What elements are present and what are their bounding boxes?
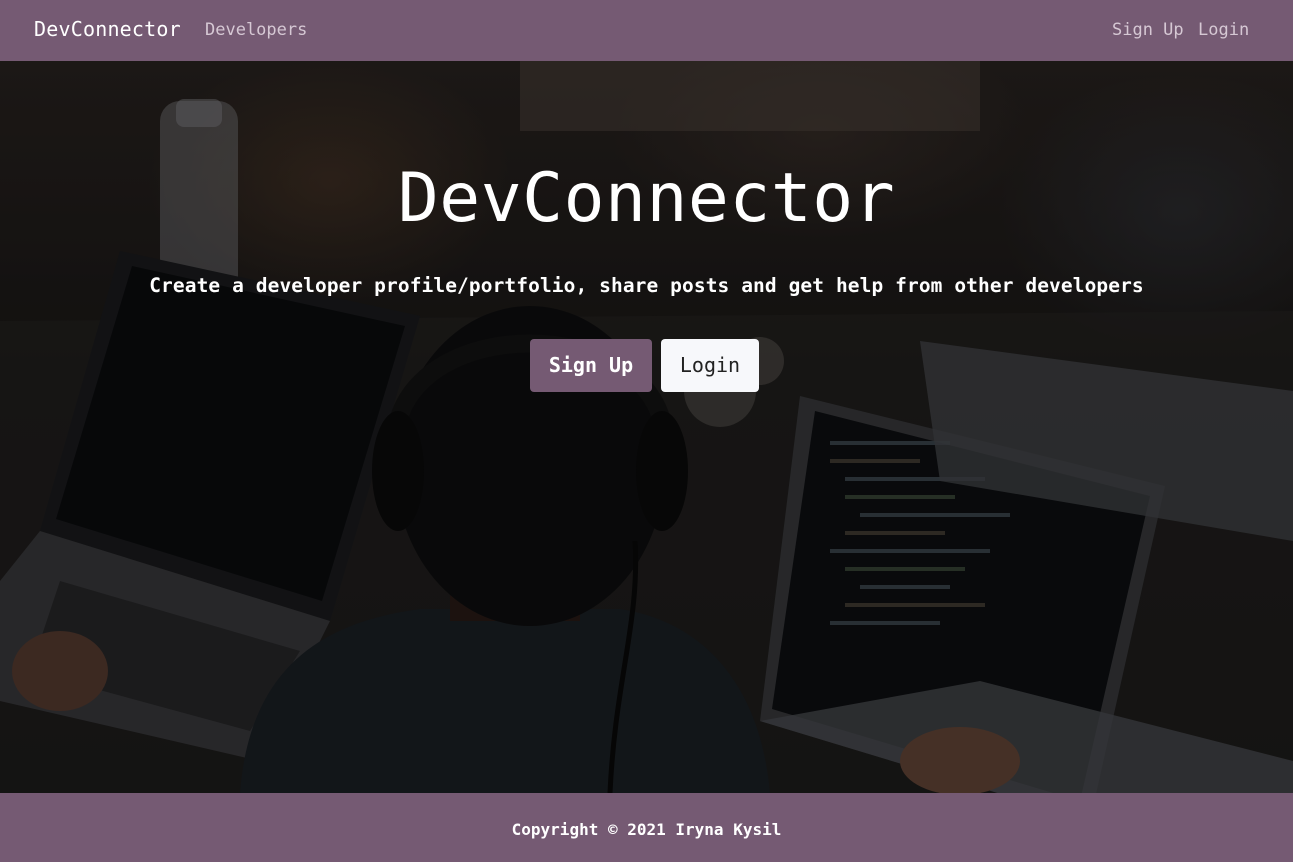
- hero-title: DevConnector: [397, 159, 896, 238]
- hero-subtitle: Create a developer profile/portfolio, sh…: [149, 274, 1144, 297]
- signup-button[interactable]: Sign Up: [530, 339, 652, 392]
- nav-developers-link[interactable]: Developers: [205, 20, 307, 40]
- page-footer: Copyright © 2021 Iryna Kysil: [0, 793, 1293, 862]
- login-button[interactable]: Login: [661, 339, 759, 392]
- hero-section: DevConnector Create a developer profile/…: [0, 61, 1293, 793]
- nav-login-link[interactable]: Login: [1198, 20, 1249, 40]
- landing-page: DevConnector Developers Sign Up Login De…: [0, 0, 1293, 862]
- nav-signup-link[interactable]: Sign Up: [1112, 20, 1184, 40]
- top-navbar: DevConnector Developers Sign Up Login: [0, 0, 1293, 61]
- brand-link[interactable]: DevConnector: [34, 17, 181, 41]
- copyright-text: Copyright © 2021 Iryna Kysil: [511, 820, 782, 839]
